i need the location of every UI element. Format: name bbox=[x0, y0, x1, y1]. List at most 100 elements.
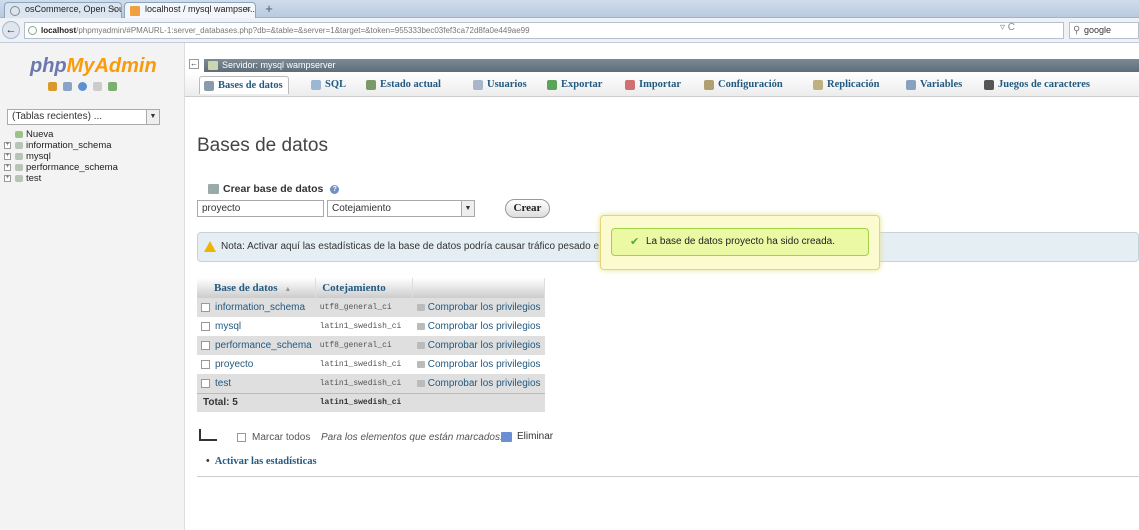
database-tree: Nueva + information_schema + mysql + per… bbox=[3, 129, 118, 184]
help-icon[interactable] bbox=[78, 82, 87, 91]
collation-cell: latin1_swedish_ci bbox=[315, 355, 413, 374]
docs-icon[interactable] bbox=[93, 82, 102, 91]
delete-database-icon bbox=[501, 432, 512, 442]
total-collation: latin1_swedish_ci bbox=[315, 392, 413, 412]
check-privileges-link[interactable]: Comprobar los privilegios bbox=[428, 340, 541, 351]
new-tab-button[interactable]: + bbox=[260, 2, 278, 17]
tab-users[interactable]: Usuarios bbox=[469, 76, 527, 94]
tree-item-mysql[interactable]: + mysql bbox=[3, 151, 118, 162]
top-menu: Bases de datos SQL Estado actual Usuario… bbox=[185, 72, 1139, 97]
database-link[interactable]: proyecto bbox=[215, 359, 253, 370]
status-icon bbox=[366, 80, 376, 90]
settings-icon[interactable] bbox=[108, 82, 117, 91]
browser-tab-phpmyadmin[interactable]: localhost / mysql wampser... × bbox=[124, 2, 256, 18]
tab-settings[interactable]: Configuración bbox=[700, 76, 783, 94]
page-title: Bases de datos bbox=[197, 135, 328, 156]
browser-search-input[interactable]: ⚲ google bbox=[1069, 22, 1139, 39]
tab-sql[interactable]: SQL bbox=[307, 76, 346, 94]
tab-status[interactable]: Estado actual bbox=[362, 76, 441, 94]
table-total-row: Total: 5 latin1_swedish_ci bbox=[197, 392, 545, 412]
sidebar-icon-row bbox=[48, 82, 117, 91]
enable-statistics-link[interactable]: • Activar las estadísticas bbox=[206, 456, 317, 467]
table-row: mysql latin1_swedish_ci Comprobar los pr… bbox=[197, 317, 545, 336]
tree-item-new[interactable]: Nueva bbox=[3, 129, 118, 140]
database-link[interactable]: information_schema bbox=[215, 302, 305, 313]
server-icon bbox=[208, 61, 218, 70]
chevron-down-icon: ▼ bbox=[146, 110, 159, 124]
server-title[interactable]: Servidor: mysql wampserver bbox=[222, 60, 336, 70]
row-checkbox[interactable] bbox=[201, 378, 210, 388]
column-header-collation[interactable]: Cotejamiento bbox=[315, 278, 414, 298]
collapse-sidebar-button[interactable]: ← bbox=[189, 59, 199, 69]
url-path: /phpmyadmin/#PMAURL-1:server_databases.p… bbox=[76, 26, 530, 35]
search-icon: ⚲ bbox=[1073, 25, 1081, 36]
create-database-label: Crear base de datos ? bbox=[208, 183, 340, 195]
row-checkbox[interactable] bbox=[201, 302, 210, 312]
mark-all-label[interactable]: Marcar todos bbox=[252, 432, 310, 443]
expand-icon[interactable]: + bbox=[4, 175, 11, 182]
tree-item-test[interactable]: + test bbox=[3, 173, 118, 184]
tab-close-icon[interactable]: × bbox=[246, 4, 251, 14]
with-selected-label: Para los elementos que están marcados: bbox=[321, 432, 503, 443]
url-input[interactable]: localhost/phpmyadmin/#PMAURL-1:server_da… bbox=[24, 22, 1064, 39]
phpmyadmin-logo[interactable]: phpMyAdmin bbox=[30, 55, 157, 78]
expand-icon[interactable]: + bbox=[4, 142, 11, 149]
back-button[interactable]: ← bbox=[2, 21, 20, 39]
table-row: proyecto latin1_swedish_ci Comprobar los… bbox=[197, 355, 545, 374]
tab-charsets[interactable]: Juegos de caracteres bbox=[980, 76, 1090, 94]
row-checkbox[interactable] bbox=[201, 340, 210, 350]
check-privileges-link[interactable]: Comprobar los privilegios bbox=[428, 321, 541, 332]
check-privileges-link[interactable]: Comprobar los privilegios bbox=[428, 378, 541, 389]
url-host: localhost bbox=[41, 26, 77, 35]
check-privileges-link[interactable]: Comprobar los privilegios bbox=[428, 302, 541, 313]
recent-tables-select[interactable]: (Tablas recientes) ... ▼ bbox=[7, 109, 160, 125]
tab-favicon-icon bbox=[10, 6, 20, 16]
tab-label: localhost / mysql wampser... bbox=[145, 4, 256, 14]
mark-all-checkbox[interactable] bbox=[237, 433, 246, 442]
database-link[interactable]: performance_schema bbox=[215, 340, 312, 351]
row-checkbox[interactable] bbox=[201, 359, 210, 369]
database-name-input[interactable]: proyecto bbox=[197, 200, 324, 217]
collation-cell: utf8_general_ci bbox=[315, 298, 413, 317]
column-header-database[interactable]: Base de datos ▲ bbox=[197, 278, 317, 298]
collation-cell: utf8_general_ci bbox=[315, 336, 413, 355]
address-bar: ← localhost/phpmyadmin/#PMAURL-1:server_… bbox=[0, 18, 1139, 43]
home-icon[interactable] bbox=[48, 82, 57, 91]
reload-button[interactable]: ▿ C bbox=[1000, 22, 1015, 33]
help-icon[interactable]: ? bbox=[330, 184, 340, 194]
tree-item-performance-schema[interactable]: + performance_schema bbox=[3, 162, 118, 173]
navigation-sidebar: phpMyAdmin (Tablas recientes) ... ▼ Nuev… bbox=[0, 43, 185, 530]
tab-close-icon[interactable]: × bbox=[112, 4, 117, 14]
users-icon bbox=[473, 80, 483, 90]
tab-databases[interactable]: Bases de datos bbox=[199, 76, 289, 94]
row-checkbox[interactable] bbox=[201, 321, 210, 331]
browser-tab-bar: osCommerce, Open Sourc... × localhost / … bbox=[0, 0, 1139, 18]
database-link[interactable]: test bbox=[215, 378, 231, 389]
collation-select[interactable]: Cotejamiento ▼ bbox=[327, 200, 475, 217]
new-database-icon bbox=[208, 184, 219, 194]
databases-table: Base de datos ▲ Cotejamiento information… bbox=[197, 278, 546, 412]
charsets-icon bbox=[984, 80, 994, 90]
tab-import[interactable]: Importar bbox=[621, 76, 681, 94]
expand-icon[interactable]: + bbox=[4, 164, 11, 171]
tab-replication[interactable]: Replicación bbox=[809, 76, 880, 94]
success-toast: ✔ La base de datos proyecto ha sido crea… bbox=[600, 215, 880, 270]
tab-variables[interactable]: Variables bbox=[902, 76, 962, 94]
exit-icon[interactable] bbox=[63, 82, 72, 91]
tab-export[interactable]: Exportar bbox=[543, 76, 602, 94]
sort-ascending-icon: ▲ bbox=[284, 285, 292, 293]
browser-tab-oscommerce[interactable]: osCommerce, Open Sourc... × bbox=[4, 2, 122, 18]
collation-cell: latin1_swedish_ci bbox=[315, 317, 413, 336]
check-privileges-link[interactable]: Comprobar los privilegios bbox=[428, 359, 541, 370]
database-link[interactable]: mysql bbox=[215, 321, 241, 332]
check-icon: ✔ bbox=[630, 236, 640, 248]
delete-button[interactable]: Eliminar bbox=[501, 431, 553, 442]
database-icon bbox=[15, 153, 23, 160]
create-button[interactable]: Crear bbox=[505, 199, 550, 218]
new-database-icon bbox=[15, 131, 23, 138]
divider bbox=[197, 476, 1139, 477]
chevron-down-icon: ▼ bbox=[461, 201, 474, 216]
tree-item-information-schema[interactable]: + information_schema bbox=[3, 140, 118, 151]
expand-icon[interactable]: + bbox=[4, 153, 11, 160]
globe-icon bbox=[28, 26, 37, 35]
